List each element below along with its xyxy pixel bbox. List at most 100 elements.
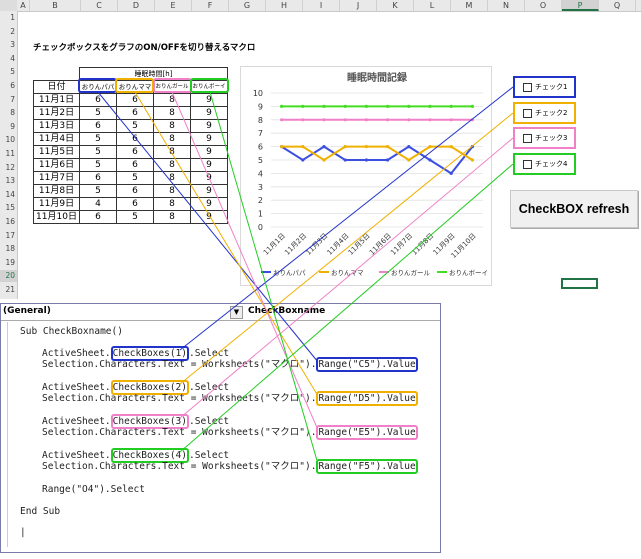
row-header-8[interactable]: 8 (0, 107, 17, 119)
value-cell[interactable]: 8 (153, 145, 191, 159)
column-header-E[interactable]: E (155, 0, 192, 11)
checkbox-2[interactable]: チェック2 (513, 102, 576, 124)
data-point[interactable] (407, 145, 411, 149)
checkbox-1-box[interactable] (523, 82, 532, 92)
value-cell[interactable]: 5 (79, 106, 117, 120)
column-header-I[interactable]: I (303, 0, 340, 11)
data-point[interactable] (364, 158, 368, 162)
row-header-5[interactable]: 5 (0, 66, 17, 78)
value-cell[interactable]: 8 (153, 197, 191, 211)
data-point[interactable] (301, 158, 305, 162)
value-cell[interactable]: 8 (153, 132, 191, 146)
data-point[interactable] (407, 104, 411, 108)
data-point[interactable] (364, 118, 368, 122)
row-header-10[interactable]: 10 (0, 134, 17, 146)
value-cell[interactable]: 6 (79, 93, 117, 107)
row-header-20[interactable]: 20 (0, 270, 17, 283)
data-point[interactable] (280, 118, 284, 122)
line-chart[interactable]: 睡眠時間記録 0 1 2 3 4 5 6 7 8 9 10 11月1日 11月2日 11月3日 11月4日 11… (240, 66, 492, 286)
data-point[interactable] (386, 118, 390, 122)
column-header-O[interactable]: O (525, 0, 562, 11)
value-cell[interactable]: 9 (190, 197, 228, 211)
row-header-4[interactable]: 4 (0, 53, 17, 65)
value-cell[interactable]: 5 (79, 145, 117, 159)
value-cell[interactable]: 6 (116, 197, 154, 211)
data-point[interactable] (449, 104, 453, 108)
data-point[interactable] (301, 118, 305, 122)
value-cell[interactable]: 5 (79, 184, 117, 198)
data-point[interactable] (470, 158, 474, 162)
value-cell[interactable]: 9 (190, 210, 228, 224)
column-header-L[interactable]: L (414, 0, 451, 11)
value-cell[interactable]: 8 (153, 93, 191, 107)
row-header-3[interactable]: 3 (0, 39, 17, 51)
data-point[interactable] (386, 158, 390, 162)
date-cell[interactable]: 11月9日 (33, 197, 80, 211)
date-cell[interactable]: 11月2日 (33, 106, 80, 120)
date-cell[interactable]: 11月8日 (33, 184, 80, 198)
column-header-G[interactable]: G (229, 0, 266, 11)
checkbox-refresh-button[interactable]: CheckBOX refresh (510, 190, 638, 228)
checkbox-3-box[interactable] (523, 133, 532, 143)
data-point[interactable] (280, 145, 284, 149)
value-cell[interactable]: 5 (116, 210, 154, 224)
series-header-2[interactable]: おりんママ (116, 80, 154, 94)
chevron-down-icon[interactable]: ▼ (230, 306, 243, 319)
data-point[interactable] (470, 145, 474, 149)
value-cell[interactable]: 6 (116, 106, 154, 120)
data-point[interactable] (449, 118, 453, 122)
value-cell[interactable]: 5 (79, 158, 117, 172)
row-header-9[interactable]: 9 (0, 121, 17, 133)
date-cell[interactable]: 11月1日 (33, 93, 80, 107)
data-point[interactable] (301, 104, 305, 108)
date-cell[interactable]: 11月5日 (33, 145, 80, 159)
value-cell[interactable]: 9 (190, 106, 228, 120)
row-header-14[interactable]: 14 (0, 189, 17, 201)
data-point[interactable] (449, 145, 453, 149)
value-cell[interactable]: 6 (79, 119, 117, 133)
value-cell[interactable]: 5 (79, 132, 117, 146)
checkbox-4[interactable]: チェック4 (513, 153, 576, 175)
data-point[interactable] (343, 104, 347, 108)
data-point[interactable] (428, 104, 432, 108)
series-header-1[interactable]: おりんパパ (79, 80, 117, 94)
data-point[interactable] (449, 171, 453, 175)
series-header-3[interactable]: おりんガール (153, 80, 191, 94)
column-header-B[interactable]: B (30, 0, 81, 11)
column-header-K[interactable]: K (377, 0, 414, 11)
data-point[interactable] (470, 104, 474, 108)
value-cell[interactable]: 5 (116, 171, 154, 185)
date-cell[interactable]: 11月6日 (33, 158, 80, 172)
value-cell[interactable]: 6 (116, 132, 154, 146)
date-cell[interactable]: 11月7日 (33, 171, 80, 185)
value-cell[interactable]: 8 (153, 171, 191, 185)
value-cell[interactable]: 6 (79, 210, 117, 224)
series-header-4[interactable]: おりんボーイ (190, 80, 228, 94)
value-cell[interactable]: 9 (190, 93, 228, 107)
column-header-H[interactable]: H (266, 0, 303, 11)
object-dropdown[interactable]: (General) (3, 306, 51, 316)
column-header-F[interactable]: F (192, 0, 229, 11)
value-cell[interactable]: 9 (190, 119, 228, 133)
data-point[interactable] (428, 145, 432, 149)
value-cell[interactable]: 4 (79, 197, 117, 211)
value-cell[interactable]: 6 (116, 93, 154, 107)
column-header-C[interactable]: C (81, 0, 118, 11)
row-header-13[interactable]: 13 (0, 175, 17, 187)
row-header-2[interactable]: 2 (0, 26, 17, 38)
date-cell[interactable]: 11月10日 (33, 210, 80, 224)
series-line[interactable] (281, 145, 473, 162)
data-point[interactable] (343, 158, 347, 162)
column-header-Q[interactable]: Q (599, 0, 636, 11)
value-cell[interactable]: 6 (116, 145, 154, 159)
data-point[interactable] (322, 104, 326, 108)
procedure-dropdown[interactable]: CheckBoxname (248, 306, 325, 316)
data-point[interactable] (364, 104, 368, 108)
value-cell[interactable]: 9 (190, 145, 228, 159)
value-cell[interactable]: 8 (153, 106, 191, 120)
data-point[interactable] (407, 118, 411, 122)
data-point[interactable] (322, 118, 326, 122)
select-all-corner[interactable] (0, 0, 17, 11)
data-point[interactable] (386, 145, 390, 149)
row-header-16[interactable]: 16 (0, 216, 17, 228)
